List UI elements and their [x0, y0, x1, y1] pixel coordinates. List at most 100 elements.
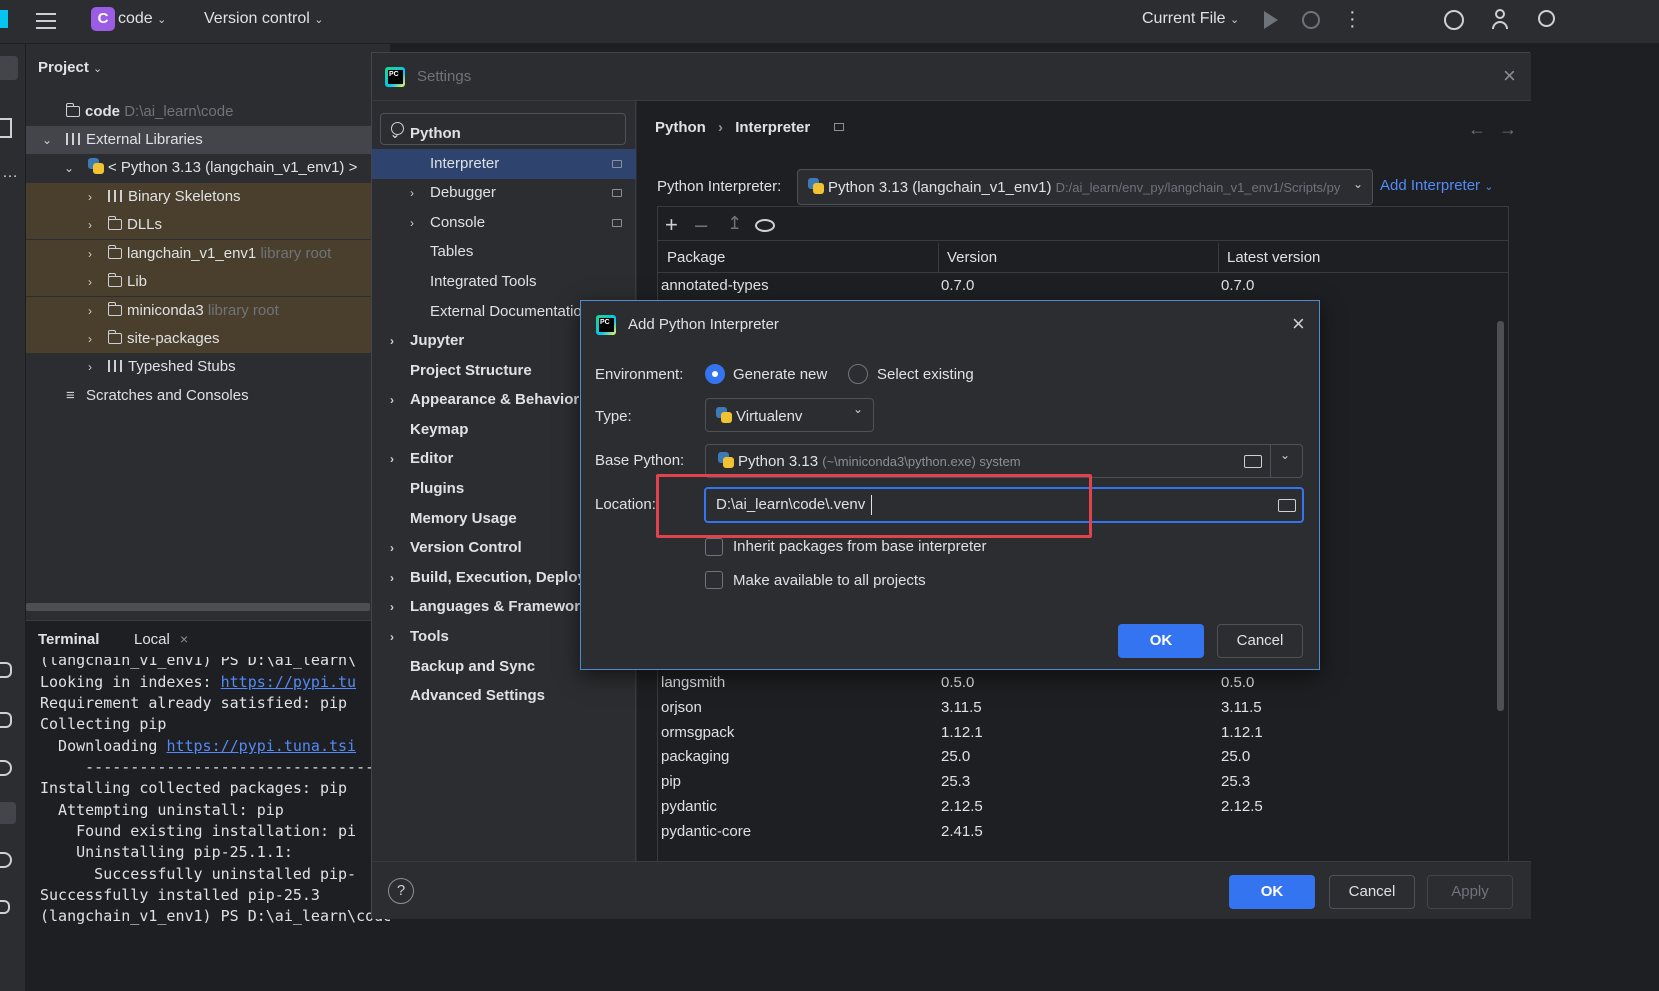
settings-nav-item[interactable]: ⌄ Python [372, 119, 636, 149]
settings-nav-item[interactable]: Tables [372, 237, 636, 267]
project-panel-header[interactable]: Project ⌄ [38, 59, 102, 76]
tree-item-python-sdk[interactable]: ⌄ < Python 3.13 (langchain_v1_env1) > [26, 154, 390, 182]
chevron-right-icon[interactable]: › [410, 178, 414, 208]
debug-icon[interactable] [1302, 11, 1320, 29]
forward-arrow-icon[interactable]: → [1499, 119, 1517, 140]
tree-item-miniconda3[interactable]: › miniconda3 library root [26, 297, 390, 325]
search-icon[interactable] [1538, 10, 1555, 27]
terminal-link[interactable]: https://pypi.tu [221, 673, 356, 691]
add-interpreter-link[interactable]: Add Interpreter ⌄ [1380, 177, 1493, 194]
chevron-right-icon[interactable]: › [390, 326, 394, 356]
tree-item-langchain-env[interactable]: › langchain_v1_env1 library root [26, 240, 390, 268]
main-menu-icon[interactable] [36, 11, 56, 29]
vertical-scrollbar[interactable] [1497, 321, 1504, 711]
eye-icon[interactable] [755, 219, 775, 232]
chevron-down-icon[interactable]: ⌄ [1280, 448, 1290, 462]
chevron-down-icon[interactable]: ⌄ [64, 154, 78, 182]
help-button[interactable]: ? [388, 878, 414, 904]
inherit-packages-label[interactable]: Inherit packages from base interpreter [733, 538, 986, 555]
tree-item-typeshed-stubs[interactable]: › Typeshed Stubs [26, 353, 390, 381]
table-row[interactable]: ormsgpack 1.12.1 1.12.1 [657, 720, 1509, 745]
services-tool-icon[interactable] [0, 760, 12, 776]
radio-select-existing[interactable] [848, 364, 868, 384]
chevron-right-icon[interactable]: › [88, 268, 102, 296]
project-tool-icon[interactable] [0, 56, 18, 80]
chevron-right-icon[interactable]: › [390, 563, 394, 593]
chevron-right-icon[interactable]: › [88, 240, 102, 268]
remove-package-icon[interactable]: – [695, 212, 707, 238]
python-packages-tool-icon[interactable] [0, 662, 12, 678]
table-row[interactable]: annotated-types 0.7.0 0.7.0 [657, 273, 1509, 298]
radio-generate-new[interactable] [705, 364, 725, 384]
folder-icon[interactable] [1278, 499, 1296, 512]
chevron-down-icon[interactable]: ⌄ [42, 126, 56, 154]
radio-select-existing-label[interactable]: Select existing [877, 366, 974, 383]
terminal-output[interactable]: (langchain_v1_env1) PS D:\ai_learn\ Look… [26, 657, 390, 987]
tree-item-binary-skeletons[interactable]: › Binary Skeletons [26, 183, 390, 211]
type-select[interactable]: Virtualenv ⌄ [705, 398, 874, 432]
pin-icon[interactable] [834, 123, 845, 131]
settings-nav-item[interactable]: Advanced Settings [372, 681, 636, 711]
run-config-selector[interactable]: Current File ⌄ [1142, 10, 1239, 28]
add-package-icon[interactable]: + [665, 212, 678, 238]
problems-tool-icon[interactable] [0, 852, 12, 868]
table-row[interactable]: orjson 3.11.5 3.11.5 [657, 695, 1509, 720]
tree-item-lib[interactable]: › Lib [26, 268, 390, 296]
settings-nav-item[interactable]: › Console [372, 208, 636, 238]
make-available-label[interactable]: Make available to all projects [733, 572, 926, 589]
tree-item-scratches[interactable]: ≡ Scratches and Consoles [26, 382, 390, 410]
chevron-right-icon[interactable]: › [390, 444, 394, 474]
table-row[interactable]: langsmith 0.5.0 0.5.0 [657, 670, 1509, 695]
tree-item-external-libraries[interactable]: ⌄ External Libraries [26, 126, 390, 154]
chevron-right-icon[interactable]: › [390, 533, 394, 563]
settings-nav-item[interactable]: Interpreter [372, 149, 636, 179]
terminal-link[interactable]: https://pypi.tuna.tsi [166, 737, 356, 755]
horizontal-scrollbar[interactable] [26, 603, 370, 611]
close-icon[interactable]: × [1503, 63, 1516, 89]
git-tool-icon[interactable] [0, 900, 10, 914]
interpreter-combobox[interactable]: Python 3.13 (langchain_v1_env1) D:/ai_le… [797, 169, 1373, 205]
chevron-right-icon[interactable]: › [390, 622, 394, 652]
cancel-button[interactable]: Cancel [1217, 624, 1303, 658]
more-icon[interactable]: · · · [1349, 2, 1356, 36]
structure-tool-icon[interactable] [0, 118, 12, 138]
ok-button[interactable]: OK [1118, 624, 1204, 658]
chevron-right-icon[interactable]: › [410, 208, 414, 238]
chevron-right-icon[interactable]: › [88, 297, 102, 325]
tree-item-code[interactable]: code D:\ai_learn\code [26, 98, 390, 126]
add-user-icon[interactable] [1492, 9, 1512, 31]
ai-assistant-icon[interactable] [1444, 10, 1464, 30]
chevron-right-icon[interactable]: › [88, 211, 102, 239]
settings-nav-item[interactable]: › Debugger [372, 178, 636, 208]
more-tools-icon[interactable]: … [2, 164, 18, 182]
terminal-tool-icon[interactable] [0, 802, 16, 824]
make-available-checkbox[interactable] [705, 571, 723, 589]
table-row[interactable]: pydantic 2.12.5 2.12.5 [657, 794, 1509, 819]
chevron-right-icon[interactable]: › [88, 353, 102, 381]
upgrade-package-icon[interactable]: ↥ [727, 213, 742, 234]
close-icon[interactable]: × [180, 631, 188, 647]
radio-generate-new-label[interactable]: Generate new [733, 366, 827, 383]
ok-button[interactable]: OK [1229, 875, 1315, 909]
chevron-right-icon[interactable]: › [88, 325, 102, 353]
column-header-version[interactable]: Version [947, 249, 997, 266]
cancel-button[interactable]: Cancel [1329, 875, 1415, 909]
table-row[interactable]: pydantic-core 2.41.5 [657, 819, 1509, 844]
chevron-down-icon[interactable]: ⌄ [390, 119, 400, 149]
project-badge[interactable]: C [91, 7, 115, 31]
chevron-right-icon[interactable]: › [88, 183, 102, 211]
terminal-tab-local[interactable]: Local × [134, 631, 188, 648]
back-arrow-icon[interactable]: ← [1468, 119, 1486, 140]
base-python-select[interactable]: Python 3.13 (~\miniconda3\python.exe) sy… [705, 444, 1303, 478]
inherit-packages-checkbox[interactable] [705, 538, 723, 556]
python-console-tool-icon[interactable] [0, 712, 12, 728]
folder-icon[interactable] [1244, 455, 1262, 468]
run-icon[interactable] [1264, 11, 1278, 29]
vcs-selector[interactable]: Version control ⌄ [204, 10, 324, 28]
settings-nav-item[interactable]: Integrated Tools [372, 267, 636, 297]
close-icon[interactable]: × [1292, 311, 1305, 337]
breadcrumb-parent[interactable]: Python [655, 119, 706, 136]
tree-item-site-packages[interactable]: › site-packages [26, 325, 390, 353]
table-row[interactable]: packaging 25.0 25.0 [657, 744, 1509, 769]
apply-button[interactable]: Apply [1427, 875, 1513, 909]
